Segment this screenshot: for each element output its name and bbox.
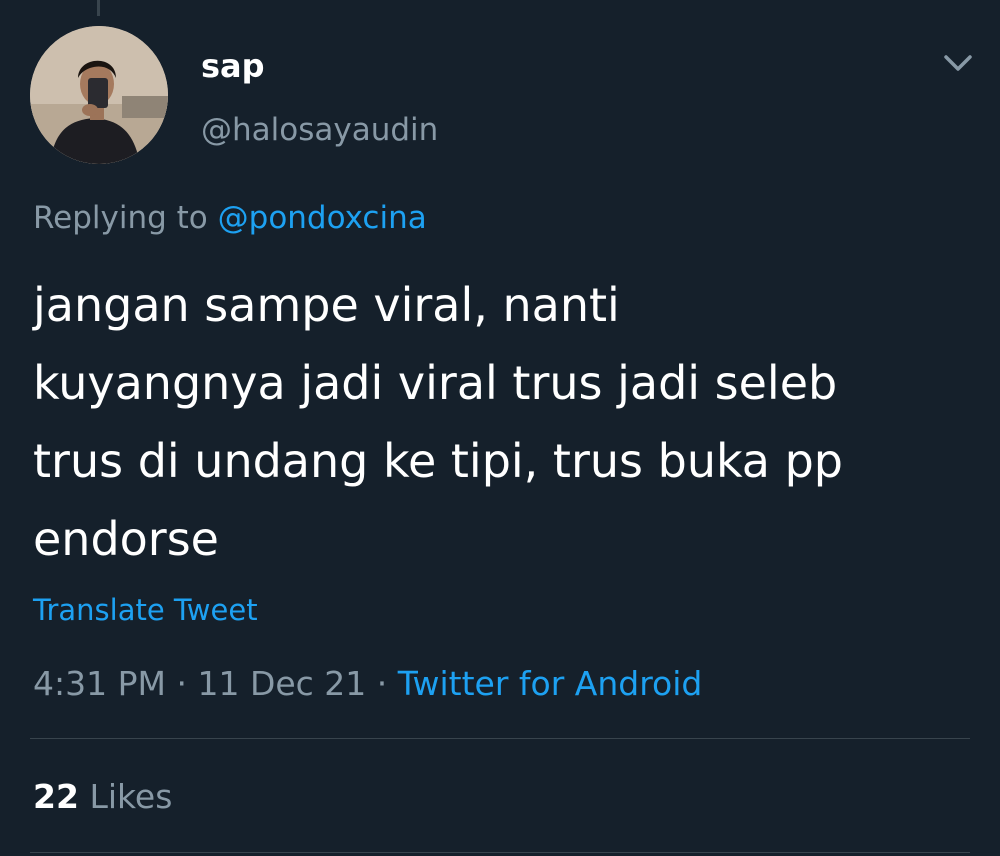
meta-separator: · [176,664,187,703]
profile-photo-icon [30,26,168,164]
tweet-text-line: kuyangnya jadi viral trus jadi seleb [33,356,838,410]
author-handle[interactable]: @halosayaudin [201,108,438,152]
tweet-source-link[interactable]: Twitter for Android [398,664,703,703]
tweet-menu-button[interactable] [938,46,978,80]
tweet-text: jangan sampe viral, nanti kuyangnya jadi… [33,266,963,578]
avatar[interactable] [30,26,168,164]
tweet-text-line: trus di undang ke tipi, trus buka pp [33,434,844,488]
replying-to: Replying to @pondoxcina [33,196,427,240]
likes-count: 22 [33,777,79,816]
tweet-meta: 4:31 PM · 11 Dec 21 · Twitter for Androi… [33,661,702,707]
author-display-name[interactable]: sap [201,44,265,88]
reply-mention-link[interactable]: @pondoxcina [218,200,427,236]
divider [30,852,970,853]
tweet-text-line: jangan sampe viral, nanti [33,278,620,332]
likes-stat-button[interactable]: 22 Likes [33,774,172,820]
tweet-date: 11 Dec 21 [197,664,367,703]
translate-tweet-link[interactable]: Translate Tweet [33,590,258,630]
tweet-time: 4:31 PM [33,664,166,703]
chevron-down-icon [944,55,972,71]
meta-separator: · [376,664,388,703]
tweet-text-line: endorse [33,512,219,566]
likes-label: Likes [89,777,173,816]
divider [30,738,970,739]
thread-connector-line [97,0,100,16]
replying-to-label: Replying to [33,200,208,236]
